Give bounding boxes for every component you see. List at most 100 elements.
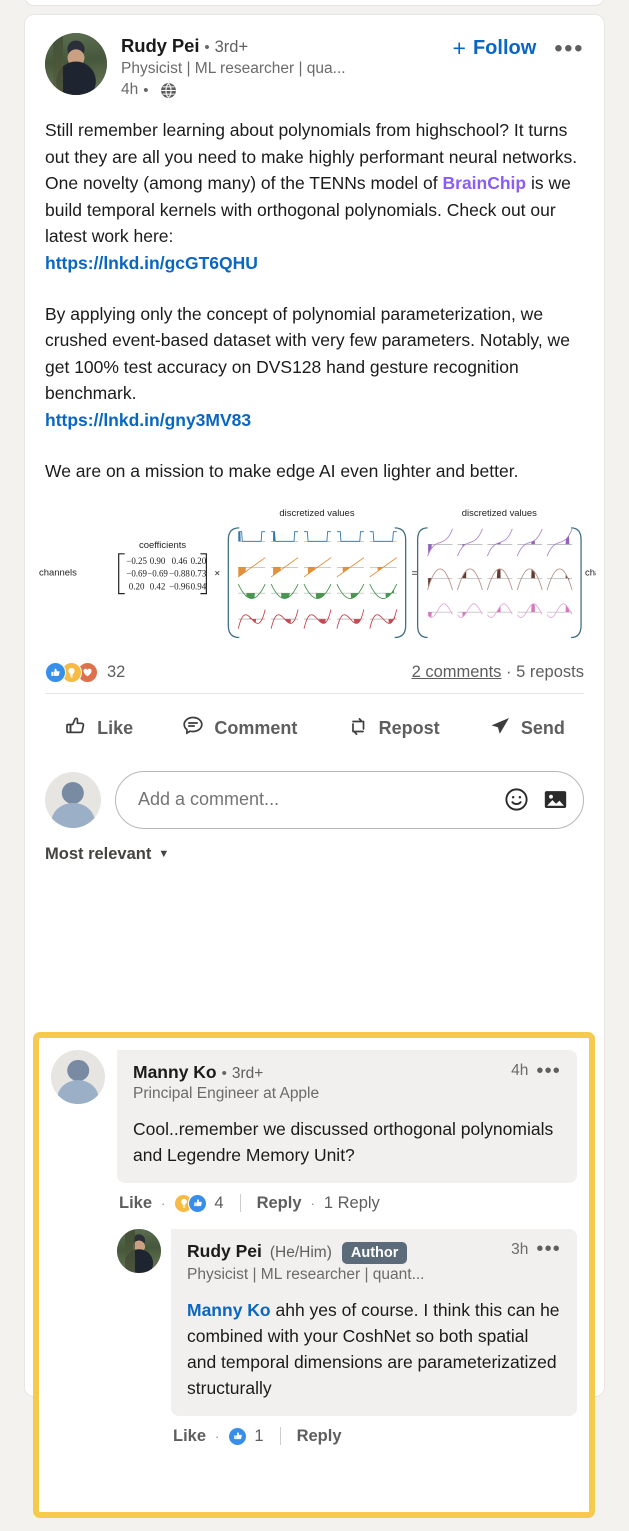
svg-text:0.20: 0.20 xyxy=(129,582,145,592)
comment-sort-row: Most relevant ▼ xyxy=(25,829,604,876)
highlighted-comments-region: Manny Ko • 3rd+ Principal Engineer at Ap… xyxy=(33,1032,595,1518)
thumbs-up-icon xyxy=(64,714,88,743)
comment-menu-icon[interactable]: ••• xyxy=(536,1061,561,1081)
author-headline: Physicist | ML researcher | qua... xyxy=(121,60,346,77)
svg-text:0.20: 0.20 xyxy=(191,556,207,566)
repost-button[interactable]: Repost xyxy=(329,704,457,753)
repost-arrows-icon xyxy=(346,714,370,743)
comment-input-container[interactable] xyxy=(115,770,584,829)
post-link-2[interactable]: https://lnkd.in/gny3MV83 xyxy=(45,410,251,430)
like-icon xyxy=(45,661,66,683)
comment-bubble: Manny Ko • 3rd+ Principal Engineer at Ap… xyxy=(117,1050,577,1183)
reply-reply-button[interactable]: Reply xyxy=(297,1427,342,1446)
reply-time: 3h xyxy=(511,1240,529,1258)
svg-text:=: = xyxy=(412,569,418,580)
reply-action-separator: · xyxy=(215,1428,220,1444)
post-paragraph-3: We are on a mission to make edge AI even… xyxy=(45,460,519,481)
commenter-name[interactable]: Manny Ko xyxy=(133,1062,217,1083)
post-time: 4h xyxy=(121,81,139,98)
paper-plane-icon xyxy=(488,714,512,743)
comment-input[interactable] xyxy=(138,789,503,811)
comment-like-button[interactable]: Like xyxy=(119,1194,152,1213)
reply-author-avatar[interactable] xyxy=(117,1228,161,1273)
svg-text:−0.96: −0.96 xyxy=(169,582,190,592)
svg-text:×: × xyxy=(214,569,220,580)
comment-button[interactable]: Comment xyxy=(164,704,314,753)
comments-reposts-group: 2 comments · 5 reposts xyxy=(412,663,584,682)
comments-count-link[interactable]: 2 comments xyxy=(412,663,502,681)
post-paragraph-1: Still remember learning about polynomial… xyxy=(45,117,584,250)
post-content: Still remember learning about polynomial… xyxy=(25,99,604,484)
reply-action-divider xyxy=(279,1427,281,1445)
reply-reactions[interactable]: 1 xyxy=(228,1426,264,1446)
author-info: Rudy Pei • 3rd+ Physicist | ML researche… xyxy=(121,33,453,99)
svg-text:discretized values: discretized values xyxy=(462,508,537,519)
header-actions: + Follow ••• xyxy=(453,33,584,60)
page-root: Rudy Pei • 3rd+ Physicist | ML researche… xyxy=(0,0,629,1531)
speech-bubble-icon xyxy=(181,714,205,743)
reactions-group[interactable]: 32 xyxy=(45,661,126,683)
svg-text:coefficients: coefficients xyxy=(139,540,186,551)
reply-bubble: Rudy Pei (He/Him) Author Physicist | ML … xyxy=(171,1228,577,1416)
post-paragraph-2: By applying only the concept of polynomi… xyxy=(45,303,570,404)
add-comment-row xyxy=(25,763,604,829)
reaction-count: 32 xyxy=(107,662,126,681)
reply-text: Manny Ko ahh yes of course. I think this… xyxy=(187,1297,561,1402)
reply-author-pronouns: (He/Him) xyxy=(269,1243,332,1261)
sort-dropdown[interactable]: Most relevant ▼ xyxy=(45,845,169,864)
comment-action-row: Like · 4 Reply · 1 Reply xyxy=(117,1183,577,1213)
svg-text:−0.25: −0.25 xyxy=(126,556,147,566)
author-name[interactable]: Rudy Pei xyxy=(121,35,199,57)
reply-like-button[interactable]: Like xyxy=(173,1427,206,1446)
send-button[interactable]: Send xyxy=(471,704,582,753)
reply-menu-icon[interactable]: ••• xyxy=(536,1239,561,1259)
meta-separator: • xyxy=(143,81,149,99)
follow-button[interactable]: + Follow xyxy=(453,37,537,60)
comment-time: 4h xyxy=(511,1062,529,1079)
name-separator: • xyxy=(204,39,210,56)
mention-manny-ko[interactable]: Manny Ko xyxy=(187,1300,271,1320)
post-header: Rudy Pei • 3rd+ Physicist | ML researche… xyxy=(25,15,604,99)
comment-reaction-count: 4 xyxy=(214,1193,224,1212)
like-icon xyxy=(188,1193,208,1213)
comment-reactions[interactable]: 4 xyxy=(174,1193,224,1213)
paragraph-spacer-1 xyxy=(45,277,584,301)
commenter-separator: • xyxy=(221,1065,227,1082)
sort-label: Most relevant xyxy=(45,844,152,863)
mention-brainchip[interactable]: BrainChip xyxy=(443,173,527,193)
svg-text:0.90: 0.90 xyxy=(150,556,166,566)
follow-label: Follow xyxy=(472,37,537,59)
svg-text:channels: channels xyxy=(39,568,77,579)
reply-author-headline: Physicist | ML researcher | quant... xyxy=(187,1265,425,1283)
connection-degree: 3rd+ xyxy=(214,38,249,56)
action-divider xyxy=(239,1194,241,1212)
svg-text:0.42: 0.42 xyxy=(150,582,166,592)
like-button[interactable]: Like xyxy=(47,704,150,753)
commenter-avatar[interactable] xyxy=(51,1050,105,1104)
viewer-avatar[interactable] xyxy=(45,771,101,828)
author-avatar[interactable] xyxy=(45,33,107,95)
reposts-count: 5 reposts xyxy=(516,662,584,681)
comment-reply-button[interactable]: Reply xyxy=(257,1194,302,1213)
post-image[interactable]: channels coefficients −0.25 0.90 0.46 0.20−… xyxy=(25,498,604,649)
paragraph-spacer-2 xyxy=(45,434,584,458)
reply-count-separator: · xyxy=(310,1195,315,1211)
social-counts-row: 32 2 comments · 5 reposts xyxy=(25,650,604,693)
emoji-smiley-icon[interactable] xyxy=(503,786,530,813)
reply-item: Rudy Pei (He/Him) Author Physicist | ML … xyxy=(51,1228,577,1446)
image-icon[interactable] xyxy=(542,786,569,813)
like-icon xyxy=(228,1426,248,1446)
comment-item: Manny Ko • 3rd+ Principal Engineer at Ap… xyxy=(51,1050,577,1213)
reply-action-row: Like · 1 Reply xyxy=(171,1416,577,1446)
post-menu-icon[interactable]: ••• xyxy=(554,36,584,60)
counts-separator: · xyxy=(506,662,512,681)
commenter-degree: 3rd+ xyxy=(231,1065,264,1082)
post-meta: 4h • xyxy=(121,81,453,99)
send-button-label: Send xyxy=(520,717,565,738)
reply-author-name[interactable]: Rudy Pei xyxy=(187,1241,262,1262)
post-link-1[interactable]: https://lnkd.in/gcGT6QHU xyxy=(45,253,258,273)
plus-icon: + xyxy=(452,35,466,61)
svg-text:−0.69: −0.69 xyxy=(147,569,168,579)
comment-text: Cool..remember we discussed orthogonal p… xyxy=(133,1119,554,1166)
comment-reply-count[interactable]: 1 Reply xyxy=(324,1194,380,1213)
